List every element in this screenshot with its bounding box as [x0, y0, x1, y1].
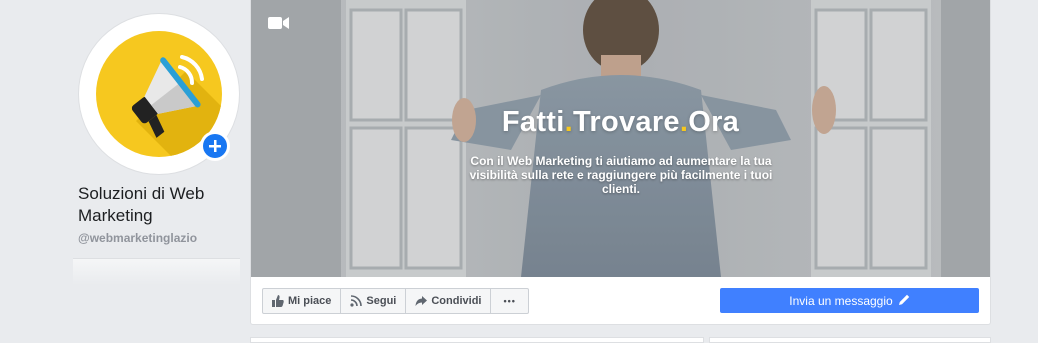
video-camera-icon[interactable] — [268, 16, 290, 35]
pencil-icon — [898, 294, 910, 308]
page-sidebar: Soluzioni di Web Marketing @webmarketing… — [0, 0, 250, 339]
plus-icon — [203, 134, 227, 158]
content-card — [709, 337, 991, 343]
content-card — [250, 337, 704, 343]
cover-subtitle: Con il Web Marketing ti aiutiamo ad aume… — [469, 154, 773, 196]
thumbs-up-icon — [272, 295, 284, 307]
cover-title-word-3: Ora — [688, 106, 740, 138]
more-icon: ••• — [503, 296, 516, 306]
share-arrow-icon — [415, 295, 428, 307]
send-message-label: Invia un messaggio — [789, 293, 893, 308]
share-label: Condividi — [431, 295, 482, 307]
follow-button[interactable]: Segui — [341, 289, 407, 313]
action-button-group: Mi piace Segui Condividi ••• — [262, 288, 529, 314]
profile-picture[interactable] — [79, 14, 239, 174]
cover-photo[interactable]: Fatti.Trovare.Ora Con il Web Marketing t… — [251, 0, 990, 277]
cover-title-word-1: Fatti — [501, 106, 565, 138]
cover-title-dot-2: . — [679, 106, 689, 138]
action-bar: Mi piace Segui Condividi ••• Invia un me… — [251, 277, 990, 324]
more-options-button[interactable]: ••• — [491, 289, 527, 313]
sidebar-divider — [73, 258, 240, 285]
add-photo-button[interactable] — [200, 131, 230, 161]
send-message-button[interactable]: Invia un messaggio — [720, 288, 979, 313]
like-button[interactable]: Mi piace — [263, 289, 342, 313]
follow-label: Segui — [366, 295, 397, 307]
page-title[interactable]: Soluzioni di Web Marketing — [78, 183, 248, 227]
cover-card: Fatti.Trovare.Ora Con il Web Marketing t… — [250, 0, 991, 325]
share-button[interactable]: Condividi — [406, 289, 492, 313]
rss-icon — [350, 295, 363, 307]
like-label: Mi piace — [288, 295, 332, 307]
cover-title-dot-1: . — [564, 106, 573, 138]
page-username[interactable]: @webmarketinglazio — [78, 231, 197, 245]
cover-title-word-2: Trovare — [572, 106, 680, 138]
cover-title: Fatti.Trovare.Ora — [251, 106, 990, 139]
